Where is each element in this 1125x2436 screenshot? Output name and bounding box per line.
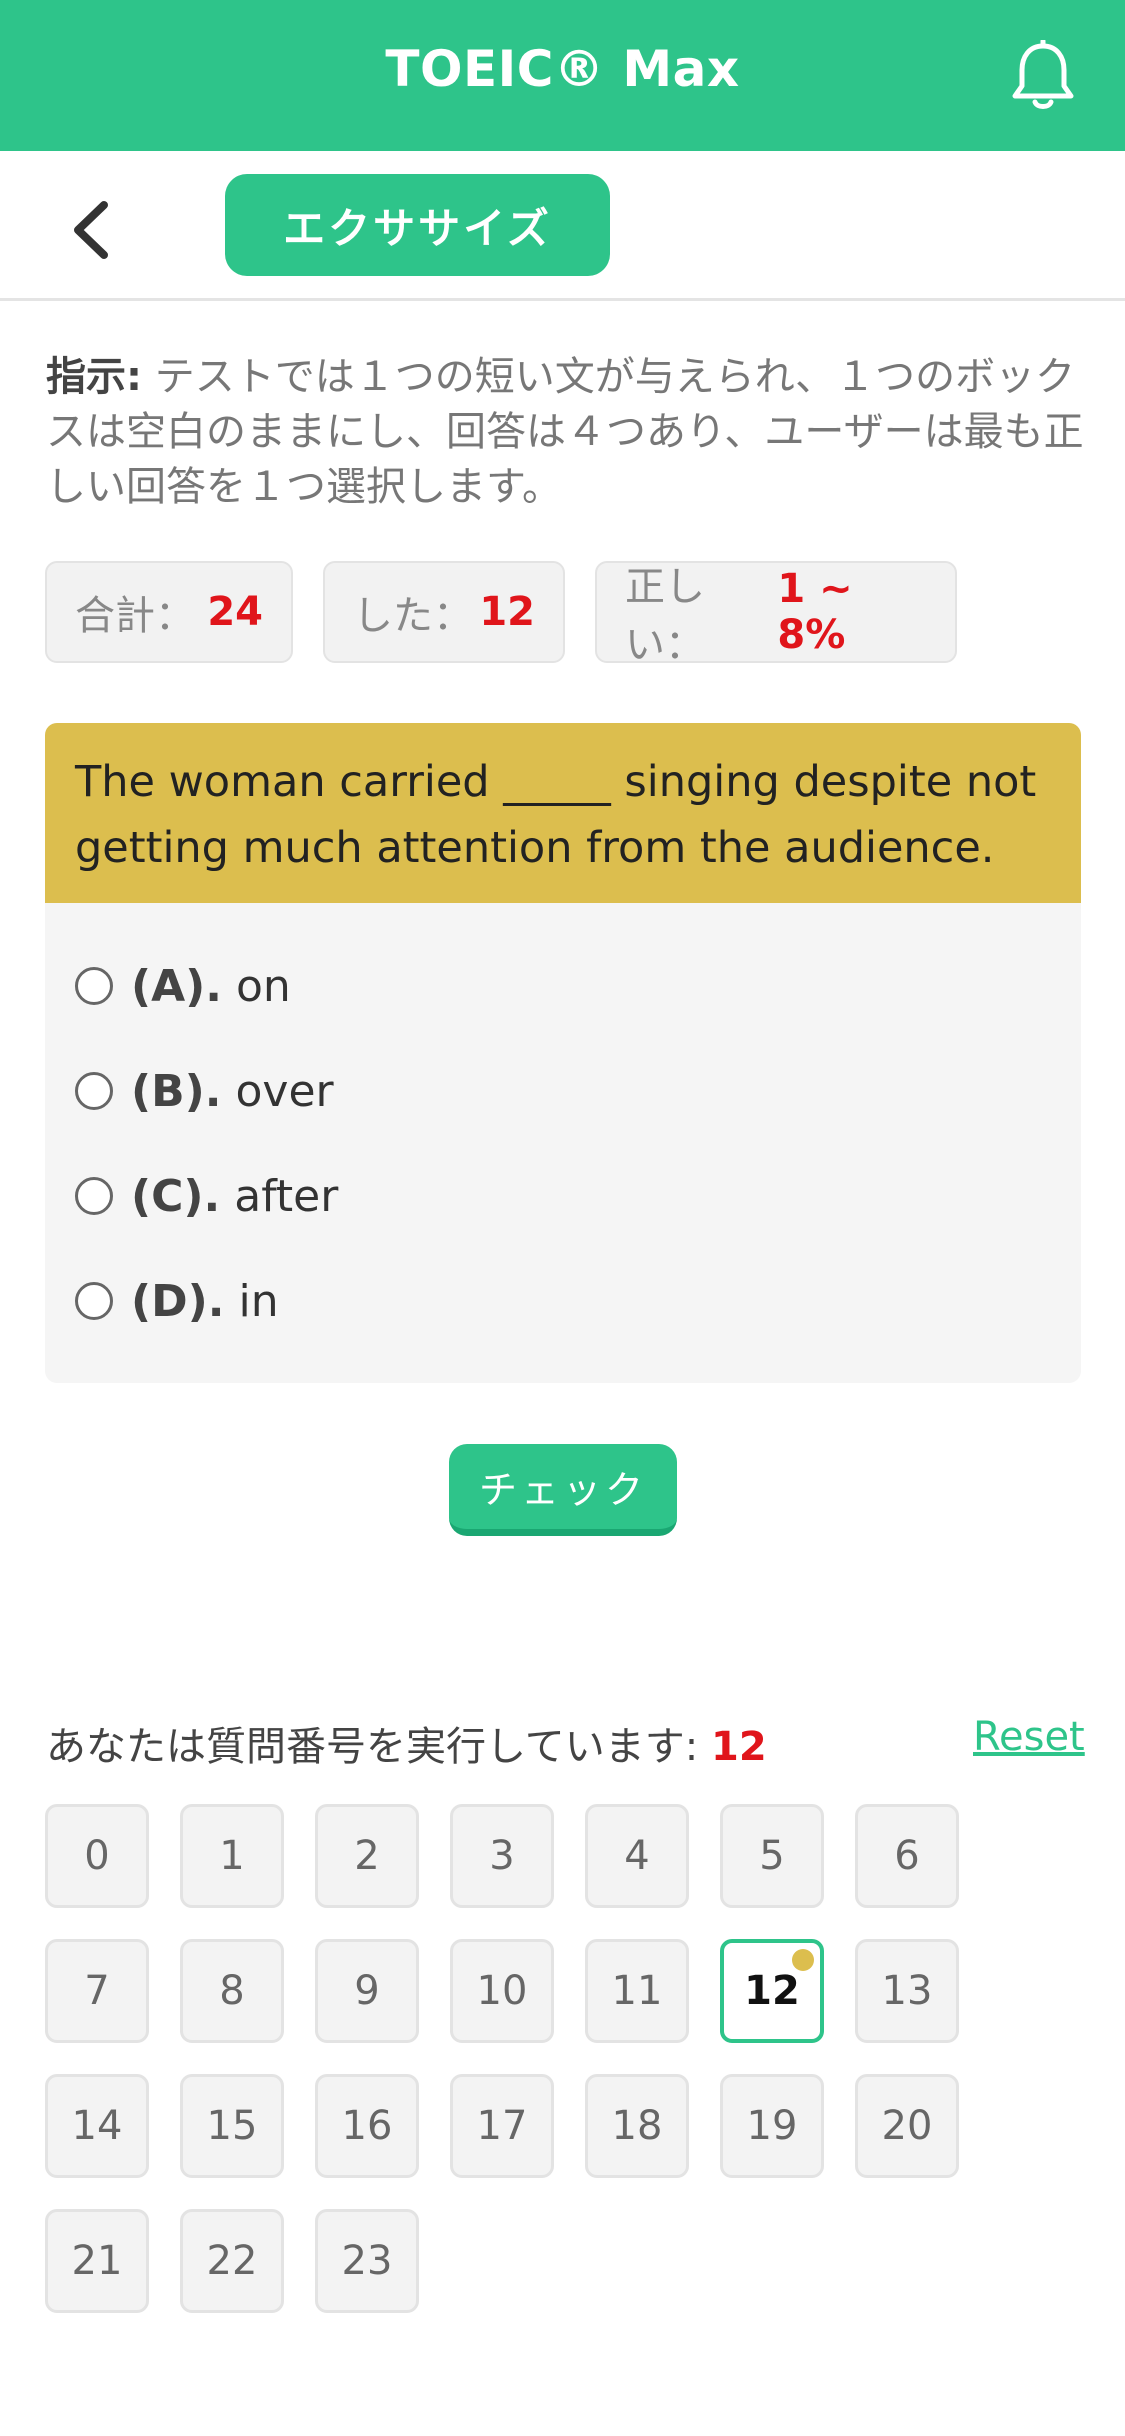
radio-button[interactable] bbox=[75, 1072, 113, 1110]
current-question-number: 12 bbox=[711, 1724, 767, 1770]
question-number-9[interactable]: 9 bbox=[315, 1939, 419, 2043]
instructions: 指示: テストでは１つの短い文が与えられ、１つのボックスは空白のままにし、回答は… bbox=[46, 350, 1086, 515]
question-number-16[interactable]: 16 bbox=[315, 2074, 419, 2178]
reset-link[interactable]: Reset bbox=[973, 1714, 1085, 1760]
stat-correct-label: 正しい： bbox=[625, 564, 705, 668]
question-number-15[interactable]: 15 bbox=[180, 2074, 284, 2178]
stat-done: した： 12 bbox=[323, 561, 565, 663]
option-b[interactable]: (B). over bbox=[75, 1051, 334, 1131]
question-number-label: 21 bbox=[71, 2238, 123, 2284]
question-number-7[interactable]: 7 bbox=[45, 1939, 149, 2043]
question-number-label: 4 bbox=[624, 1833, 650, 1879]
question-number-label: 1 bbox=[219, 1833, 245, 1879]
question-number-label: 23 bbox=[341, 2238, 393, 2284]
radio-button[interactable] bbox=[75, 967, 113, 1005]
stat-total-value: 24 bbox=[207, 589, 263, 635]
option-text: in bbox=[238, 1275, 279, 1327]
question-number-label: 19 bbox=[746, 2103, 798, 2149]
question-number-label: 3 bbox=[489, 1833, 515, 1879]
stat-done-label: した： bbox=[353, 593, 473, 639]
question-number-label: 6 bbox=[894, 1833, 920, 1879]
option-text: after bbox=[234, 1170, 339, 1222]
app-title: TOEIC® Max bbox=[385, 40, 740, 98]
question-number-label: 12 bbox=[744, 1968, 800, 2014]
progress-indicator: あなたは質問番号を実行しています: 12 bbox=[46, 1714, 767, 1772]
question-number-23[interactable]: 23 bbox=[315, 2209, 419, 2313]
question-number-6[interactable]: 6 bbox=[855, 1804, 959, 1908]
stat-total-label: 合計： bbox=[75, 593, 195, 639]
question-number-label: 2 bbox=[354, 1833, 380, 1879]
option-c[interactable]: (C). after bbox=[75, 1156, 338, 1236]
question-number-17[interactable]: 17 bbox=[450, 2074, 554, 2178]
current-marker-dot bbox=[792, 1949, 814, 1971]
question-number-0[interactable]: 0 bbox=[45, 1804, 149, 1908]
instructions-text: テストでは１つの短い文が与えられ、１つのボックスは空白のままにし、回答は４つあり… bbox=[46, 354, 1084, 510]
question-number-5[interactable]: 5 bbox=[720, 1804, 824, 1908]
question-number-13[interactable]: 13 bbox=[855, 1939, 959, 2043]
instructions-label: 指示: bbox=[46, 354, 142, 400]
question-number-label: 7 bbox=[84, 1968, 110, 2014]
question-number-label: 14 bbox=[71, 2103, 123, 2149]
question-number-label: 0 bbox=[84, 1833, 110, 1879]
question-number-4[interactable]: 4 bbox=[585, 1804, 689, 1908]
question-number-label: 17 bbox=[476, 2103, 528, 2149]
option-a[interactable]: (A). on bbox=[75, 946, 291, 1026]
stat-correct: 正しい： 1 ~ 8% bbox=[595, 561, 957, 668]
question-text: The woman carried _____ singing despite … bbox=[45, 723, 1081, 903]
option-letter: (A). bbox=[131, 960, 222, 1012]
question-number-19[interactable]: 19 bbox=[720, 2074, 824, 2178]
stat-correct-value: 1 ~ 8% bbox=[777, 566, 853, 658]
sub-header: エクササイズ bbox=[0, 151, 1125, 301]
option-letter: (C). bbox=[131, 1170, 221, 1222]
question-number-label: 9 bbox=[354, 1968, 380, 2014]
question-number-18[interactable]: 18 bbox=[585, 2074, 689, 2178]
question-number-label: 22 bbox=[206, 2238, 258, 2284]
question-number-label: 15 bbox=[206, 2103, 258, 2149]
question-number-14[interactable]: 14 bbox=[45, 2074, 149, 2178]
question-number-label: 16 bbox=[341, 2103, 393, 2149]
chevron-left-icon[interactable] bbox=[66, 195, 116, 265]
option-text: over bbox=[235, 1065, 334, 1117]
question-number-11[interactable]: 11 bbox=[585, 1939, 689, 2043]
option-d[interactable]: (D). in bbox=[75, 1261, 279, 1341]
question-number-3[interactable]: 3 bbox=[450, 1804, 554, 1908]
progress-label: あなたは質問番号を実行しています: bbox=[46, 1724, 699, 1770]
question-number-label: 20 bbox=[881, 2103, 933, 2149]
stat-done-value: 12 bbox=[479, 589, 535, 635]
question-number-22[interactable]: 22 bbox=[180, 2209, 284, 2313]
bell-icon[interactable] bbox=[1010, 38, 1076, 112]
question-number-21[interactable]: 21 bbox=[45, 2209, 149, 2313]
question-number-label: 18 bbox=[611, 2103, 663, 2149]
question-number-label: 10 bbox=[476, 1968, 528, 2014]
question-number-20[interactable]: 20 bbox=[855, 2074, 959, 2178]
question-number-label: 5 bbox=[759, 1833, 785, 1879]
check-button[interactable]: チェック bbox=[449, 1444, 677, 1536]
top-app-bar: TOEIC® Max bbox=[0, 0, 1125, 151]
question-card: The woman carried _____ singing despite … bbox=[45, 723, 1081, 1383]
question-number-10[interactable]: 10 bbox=[450, 1939, 554, 2043]
question-number-1[interactable]: 1 bbox=[180, 1804, 284, 1908]
question-number-label: 8 bbox=[219, 1968, 245, 2014]
question-number-8[interactable]: 8 bbox=[180, 1939, 284, 2043]
stat-total: 合計： 24 bbox=[45, 561, 293, 663]
radio-button[interactable] bbox=[75, 1177, 113, 1215]
option-text: on bbox=[236, 960, 291, 1012]
question-number-12[interactable]: 12 bbox=[720, 1939, 824, 2043]
radio-button[interactable] bbox=[75, 1282, 113, 1320]
option-letter: (D). bbox=[131, 1275, 225, 1327]
question-number-2[interactable]: 2 bbox=[315, 1804, 419, 1908]
question-number-label: 11 bbox=[611, 1968, 663, 2014]
tab-exercise[interactable]: エクササイズ bbox=[225, 174, 610, 276]
question-number-label: 13 bbox=[881, 1968, 933, 2014]
option-letter: (B). bbox=[131, 1065, 222, 1117]
